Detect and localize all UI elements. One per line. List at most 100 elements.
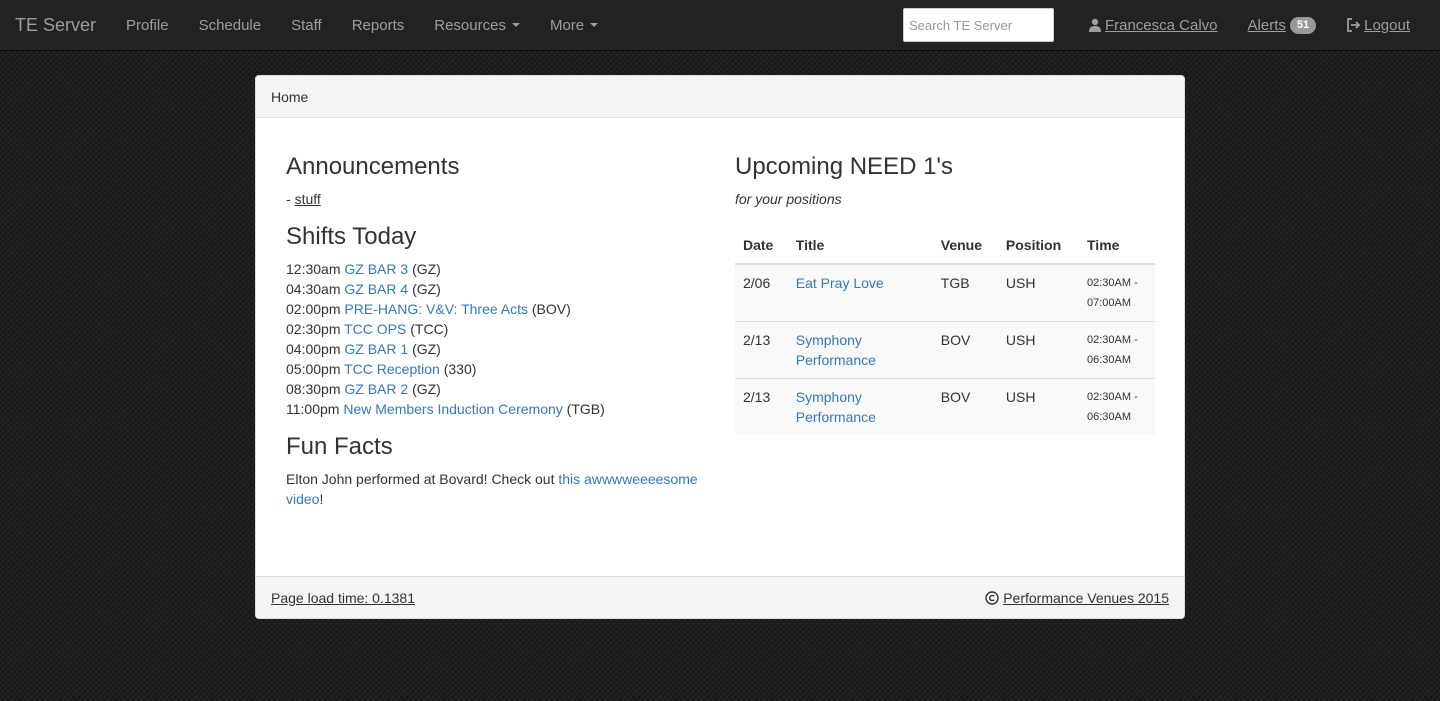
alerts-link[interactable]: Alerts 51 — [1233, 0, 1332, 51]
shift-venue: (GZ) — [412, 381, 441, 397]
copyright-icon — [985, 590, 999, 605]
cell-position: USH — [997, 263, 1079, 322]
cell-time: 02:30AM - 07:00AM — [1079, 263, 1155, 322]
breadcrumb: Home — [256, 76, 1184, 118]
nav-more-dropdown[interactable]: More — [535, 0, 613, 51]
shift-item: 02:00pm PRE-HANG: V&V: Three Acts (BOV) — [286, 299, 706, 319]
shift-venue: (330) — [443, 361, 477, 377]
cell-position: USH — [997, 378, 1079, 435]
shift-item: 04:00pm GZ BAR 1 (GZ) — [286, 339, 706, 359]
time-start: 02:30AM - — [1087, 277, 1138, 289]
breadcrumb-home[interactable]: Home — [271, 89, 308, 105]
shift-link[interactable]: PRE-HANG: V&V: Three Acts — [344, 301, 528, 317]
shift-item: 11:00pm New Members Induction Ceremony (… — [286, 399, 706, 419]
logout-icon — [1347, 18, 1361, 32]
nav-staff-label: Staff — [291, 16, 322, 34]
alerts-label: Alerts — [1247, 16, 1286, 34]
nav-resources-label: Resources — [434, 16, 506, 34]
shift-link[interactable]: TCC OPS — [344, 321, 406, 337]
time-end: 06:30AM — [1087, 354, 1132, 366]
logout-link[interactable]: Logout — [1331, 0, 1440, 51]
shift-time: 11:00pm — [286, 401, 340, 417]
right-column: Upcoming NEED 1's for your positions Dat… — [735, 152, 1155, 435]
user-profile-link[interactable]: Francesca Calvo — [1073, 0, 1233, 51]
upcoming-table: Date Title Venue Position Time 2/06 Eat … — [735, 227, 1155, 435]
announcement-link[interactable]: stuff — [295, 191, 321, 207]
shift-link[interactable]: GZ BAR 3 — [344, 261, 408, 277]
shift-time: 08:30pm — [286, 381, 341, 397]
main-panel: Home Announcements - stuff Shifts Today … — [255, 75, 1185, 619]
cell-title: Symphony Performance — [787, 321, 933, 379]
table-row: 2/13 Symphony Performance BOV USH 02:30A… — [735, 378, 1155, 435]
nav-reports-label: Reports — [351, 16, 405, 34]
top-navbar: TE Server Profile Schedule Staff Reports… — [0, 0, 1440, 51]
shift-time: 02:30pm — [286, 321, 341, 337]
user-icon — [1088, 18, 1101, 32]
shift-time: 02:00pm — [286, 301, 341, 317]
column-header-venue: Venue — [932, 227, 998, 265]
shift-link[interactable]: GZ BAR 1 — [344, 341, 408, 357]
shift-link[interactable]: New Members Induction Ceremony — [343, 401, 562, 417]
column-header-time: Time — [1079, 227, 1155, 265]
fun-fact-body: Elton John performed at Bovard! Check ou… — [286, 471, 559, 487]
table-row: 2/06 Eat Pray Love TGB USH 02:30AM - 07:0… — [735, 263, 1155, 322]
brand-link[interactable]: TE Server — [0, 0, 111, 51]
column-header-date: Date — [735, 227, 788, 265]
nav-resources-dropdown[interactable]: Resources — [419, 0, 535, 51]
shift-venue: (GZ) — [412, 261, 441, 277]
shift-venue: (BOV) — [531, 301, 571, 317]
cell-title: Symphony Performance — [787, 378, 933, 435]
nav-reports[interactable]: Reports — [337, 0, 420, 51]
shift-time: 12:30am — [286, 261, 341, 277]
shift-item: 08:30pm GZ BAR 2 (GZ) — [286, 379, 706, 399]
cell-title: Eat Pray Love — [787, 263, 933, 322]
copyright-text: Performance Venues 2015 — [1003, 589, 1169, 606]
shift-item: 02:30pm TCC OPS (TCC) — [286, 319, 706, 339]
panel-footer: Page load time: 0.1381 Performance Venue… — [256, 576, 1184, 618]
column-header-position: Position — [997, 227, 1079, 265]
upcoming-need-title: Upcoming NEED 1's — [735, 153, 953, 180]
announcement-item: - stuff — [286, 189, 706, 209]
shift-link[interactable]: GZ BAR 2 — [344, 381, 408, 397]
user-name: Francesca Calvo — [1104, 16, 1218, 34]
announcement-prefix: - — [286, 191, 295, 207]
shift-item: 04:30am GZ BAR 4 (GZ) — [286, 279, 706, 299]
cell-date: 2/06 — [735, 263, 788, 322]
shift-venue: (TCC) — [410, 321, 449, 337]
fun-fact-text: Elton John performed at Bovard! Check ou… — [286, 469, 706, 509]
nav-profile[interactable]: Profile — [111, 0, 184, 51]
shift-link[interactable]: TCC Reception — [344, 361, 440, 377]
event-link[interactable]: Symphony Performance — [796, 389, 876, 425]
table-row: 2/13 Symphony Performance BOV USH 02:30A… — [735, 321, 1155, 379]
cell-date: 2/13 — [735, 378, 788, 435]
shift-venue: (TGB) — [566, 401, 605, 417]
nav-profile-label: Profile — [126, 16, 169, 34]
event-link[interactable]: Symphony Performance — [796, 332, 876, 368]
event-link[interactable]: Eat Pray Love — [796, 275, 884, 291]
left-column: Announcements - stuff Shifts Today 12:30… — [286, 152, 706, 509]
shift-item: 05:00pm TCC Reception (330) — [286, 359, 706, 379]
fun-fact-suffix: ! — [319, 491, 324, 507]
shift-venue: (GZ) — [412, 281, 441, 297]
cell-venue: TGB — [932, 263, 998, 322]
caret-down-icon — [590, 23, 599, 27]
nav-staff[interactable]: Staff — [276, 0, 337, 51]
shift-time: 04:00pm — [286, 341, 341, 357]
time-start: 02:30AM - — [1087, 334, 1138, 346]
fun-facts-title: Fun Facts — [286, 433, 393, 460]
search-input[interactable] — [902, 8, 1054, 42]
column-header-title: Title — [787, 227, 933, 265]
time-end: 07:00AM — [1087, 297, 1132, 309]
cell-time: 02:30AM - 06:30AM — [1079, 378, 1155, 435]
shift-link[interactable]: GZ BAR 4 — [344, 281, 408, 297]
shifts-list: 12:30am GZ BAR 3 (GZ) 04:30am GZ BAR 4 (… — [286, 259, 706, 419]
logout-label: Logout — [1364, 16, 1410, 34]
shift-time: 04:30am — [286, 281, 341, 297]
caret-down-icon — [511, 23, 520, 27]
time-end: 06:30AM — [1087, 411, 1132, 423]
table-header-row: Date Title Venue Position Time — [735, 227, 1155, 265]
shift-venue: (GZ) — [412, 341, 441, 357]
upcoming-subtitle: for your positions — [735, 191, 842, 207]
cell-venue: BOV — [932, 378, 998, 435]
nav-schedule[interactable]: Schedule — [184, 0, 277, 51]
